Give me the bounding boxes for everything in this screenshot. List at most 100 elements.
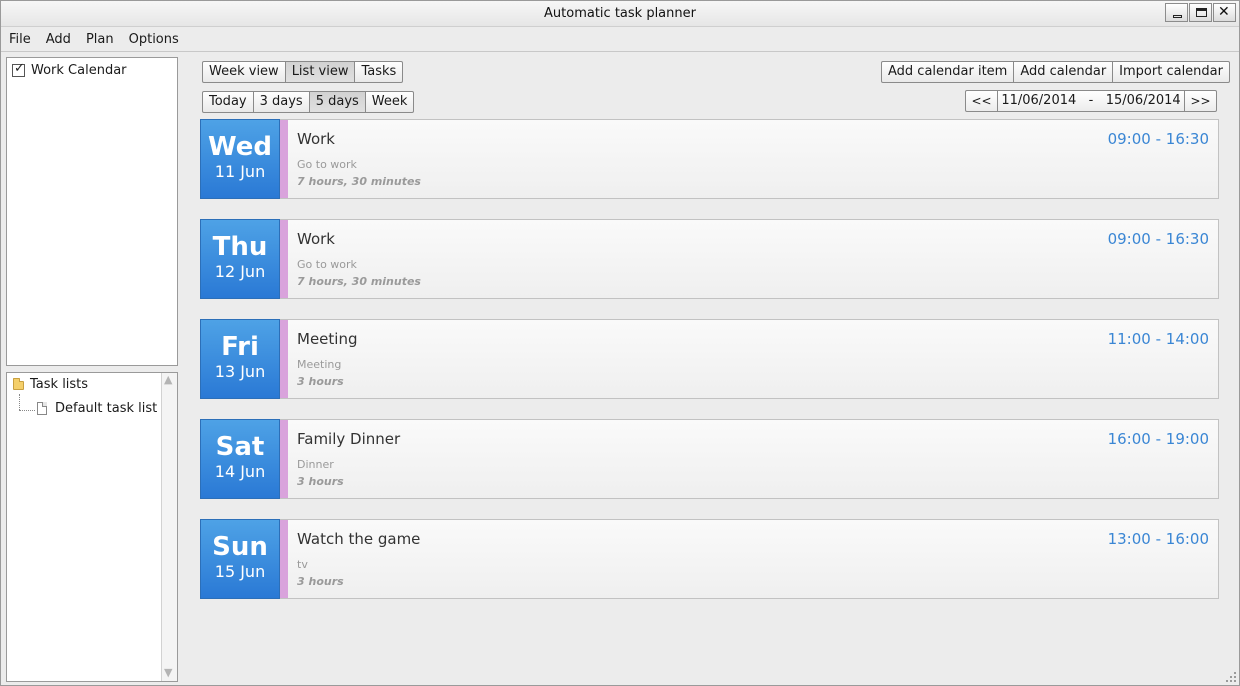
task-list-panel: Task lists Default task list ▲ ▼ [6,372,178,682]
calendar-color-stripe [280,220,288,298]
event-details: Work Go to work 7 hours, 30 minutes 09:0… [280,119,1219,199]
tree-child-label: Default task list [55,401,158,416]
event-time: 13:00 - 16:00 [1107,530,1209,548]
folder-icon [13,378,24,390]
menu-bar: File Add Plan Options [1,28,1239,52]
import-calendar-button[interactable]: Import calendar [1113,62,1229,82]
date-range-label: 11/06/2014 - 15/06/2014 [1001,93,1181,108]
event-details: Watch the game tv 3 hours 13:00 - 16:00 [280,519,1219,599]
event-description: Go to work [297,258,357,271]
tree-connector [19,410,35,411]
menu-options[interactable]: Options [129,32,179,47]
tab-tasks[interactable]: Tasks [355,62,402,82]
minimize-icon [1173,15,1182,18]
event-description: tv [297,558,308,571]
event-description: Meeting [297,358,342,371]
calendar-color-stripe [280,320,288,398]
calendar-color-stripe [280,520,288,598]
event-date: 12 Jun [214,262,266,281]
event-date: 11 Jun [214,162,266,181]
close-icon: ✕ [1218,4,1230,20]
calendar-name: Work Calendar [31,63,127,78]
event-day-box: Fri 13 Jun [200,319,280,399]
event-duration: 3 hours [297,575,344,588]
event-time: 09:00 - 16:30 [1107,230,1209,248]
tab-week-view[interactable]: Week view [203,62,286,82]
event-card[interactable]: Wed 11 Jun Work Go to work 7 hours, 30 m… [200,119,1219,199]
tab-list-view[interactable]: List view [285,62,356,82]
event-weekday: Thu [212,232,268,262]
view-tabs: Week view List view Tasks [202,61,404,83]
event-description: Go to work [297,158,357,171]
document-icon [37,402,47,415]
tree-connector [19,394,20,410]
event-date: 15 Jun [214,562,266,581]
event-day-box: Wed 11 Jun [200,119,280,199]
tree-node-task-lists[interactable]: Task lists [13,377,88,392]
calendar-color-stripe [280,420,288,498]
event-card[interactable]: Thu 12 Jun Work Go to work 7 hours, 30 m… [200,219,1219,299]
event-weekday: Wed [208,132,272,162]
event-time: 11:00 - 14:00 [1107,330,1209,348]
minimize-button[interactable] [1165,3,1188,22]
range-3-days-button[interactable]: 3 days [254,92,310,112]
app-window: Automatic task planner ✕ File Add Plan O… [0,0,1240,686]
event-day-box: Sat 14 Jun [200,419,280,499]
window-title: Automatic task planner [544,6,696,21]
scroll-down-icon[interactable]: ▼ [164,666,172,679]
event-card[interactable]: Sun 15 Jun Watch the game tv 3 hours 13:… [200,519,1219,599]
scroll-up-icon[interactable]: ▲ [164,373,172,386]
window-controls: ✕ [1164,3,1236,22]
event-weekday: Sun [212,532,268,562]
event-day-box: Sun 15 Jun [200,519,280,599]
next-range-button[interactable]: >> [1184,91,1216,111]
event-time: 16:00 - 19:00 [1107,430,1209,448]
tree-root-label: Task lists [30,377,89,392]
event-title: Work [297,130,335,148]
maximize-button[interactable] [1189,3,1212,22]
add-calendar-button[interactable]: Add calendar [1014,62,1114,82]
event-title: Family Dinner [297,430,401,448]
tree-node-default-task-list[interactable]: Default task list [37,401,157,416]
event-card[interactable]: Fri 13 Jun Meeting Meeting 3 hours 11:00… [200,319,1219,399]
previous-range-button[interactable]: << [966,91,998,111]
event-details: Work Go to work 7 hours, 30 minutes 09:0… [280,219,1219,299]
checkmark-icon: ✓ [14,61,25,76]
calendar-list-panel: ✓ Work Calendar [6,57,178,366]
event-date: 14 Jun [214,462,266,481]
resize-grip-icon[interactable] [1226,672,1236,682]
range-week-button[interactable]: Week [366,92,414,112]
event-card[interactable]: Sat 14 Jun Family Dinner Dinner 3 hours … [200,419,1219,499]
date-range-navigator: << 11/06/2014 - 15/06/2014 >> [965,90,1217,112]
event-title: Meeting [297,330,358,348]
task-list-scrollbar[interactable]: ▲ ▼ [161,373,177,681]
close-button[interactable]: ✕ [1213,3,1236,22]
event-duration: 3 hours [297,475,344,488]
event-description: Dinner [297,458,334,471]
event-title: Work [297,230,335,248]
event-weekday: Sat [215,432,265,462]
event-weekday: Fri [221,332,259,362]
range-5-days-button[interactable]: 5 days [309,92,366,112]
event-duration: 7 hours, 30 minutes [297,175,421,188]
event-details: Meeting Meeting 3 hours 11:00 - 14:00 [280,319,1219,399]
action-buttons: Add calendar item Add calendar Import ca… [881,61,1230,83]
event-day-box: Thu 12 Jun [200,219,280,299]
event-details: Family Dinner Dinner 3 hours 16:00 - 19:… [280,419,1219,499]
event-date: 13 Jun [214,362,266,381]
event-duration: 7 hours, 30 minutes [297,275,421,288]
range-tabs: Today 3 days 5 days Week [202,91,415,113]
calendar-item-work[interactable]: ✓ Work Calendar [12,61,127,78]
range-today-button[interactable]: Today [203,92,254,112]
menu-add[interactable]: Add [46,32,71,47]
menu-file[interactable]: File [9,32,31,47]
calendar-color-stripe [280,120,288,198]
menu-plan[interactable]: Plan [86,32,114,47]
event-time: 09:00 - 16:30 [1107,130,1209,148]
event-duration: 3 hours [297,375,344,388]
event-title: Watch the game [297,530,421,548]
title-bar: Automatic task planner ✕ [1,1,1239,27]
add-calendar-item-button[interactable]: Add calendar item [882,62,1015,82]
calendar-checkbox[interactable]: ✓ [12,61,25,77]
maximize-icon [1196,8,1207,17]
